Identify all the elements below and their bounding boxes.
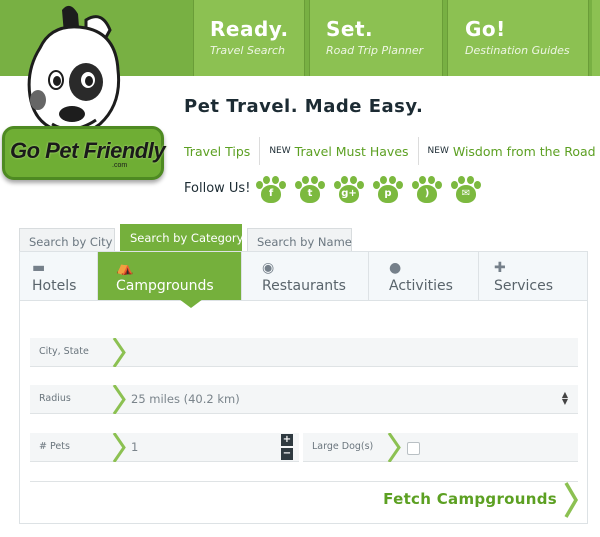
chevron-right-icon: [112, 338, 126, 367]
tab-services-label: Services: [494, 278, 554, 294]
tagline: Pet Travel. Made Easy.: [184, 96, 424, 117]
header-links: Travel Tips NEW Travel Must Haves NEW Wi…: [184, 137, 596, 165]
twitter-paw-icon[interactable]: t: [295, 176, 325, 204]
chevron-right-icon: [564, 482, 578, 518]
social-icons: f t g+ p ) ✉: [256, 176, 490, 204]
divider: [259, 137, 261, 165]
fetch-campgrounds-button[interactable]: Fetch Campgrounds: [30, 481, 578, 518]
decrement-button[interactable]: −: [281, 448, 293, 460]
category-tabs: ▬ Hotels ⛺ Campgrounds ◉ Restaurants ● A…: [20, 252, 587, 308]
tab-search-by-city[interactable]: Search by City: [19, 228, 115, 252]
tab-activities-label: Activities: [389, 278, 453, 294]
nav-set-title: Set.: [326, 17, 374, 41]
tab-hotels-label: Hotels: [32, 278, 77, 294]
email-glyph: ✉: [456, 185, 476, 203]
tab-activities[interactable]: ● Activities: [369, 252, 479, 300]
follow-us-label: Follow Us!: [184, 181, 251, 196]
link-travel-must-haves[interactable]: Travel Must Haves: [295, 144, 409, 159]
nav-set[interactable]: Set. Road Trip Planner: [309, 0, 443, 76]
nav-go-subtitle: Destination Guides: [465, 44, 570, 57]
location-field[interactable]: City, State: [30, 338, 578, 367]
pinterest-paw-icon[interactable]: p: [373, 176, 403, 204]
active-tab-pointer: [179, 299, 203, 308]
pinterest-glyph: p: [378, 185, 398, 203]
tab-campgrounds[interactable]: ⛺ Campgrounds: [98, 252, 241, 300]
tab-search-by-category[interactable]: Search by Category: [120, 224, 243, 252]
tent-icon: ⛺: [116, 260, 134, 276]
tab-search-by-name[interactable]: Search by Name: [247, 228, 352, 252]
rss-glyph: ): [417, 185, 437, 203]
logo-text: Go Pet Friendly: [10, 138, 166, 163]
bed-icon: ▬: [32, 260, 46, 276]
fetch-button-label: Fetch Campgrounds: [383, 490, 557, 508]
link-wisdom-from-the-road[interactable]: Wisdom from the Road: [453, 144, 596, 159]
nav-ready-title: Ready.: [210, 17, 289, 41]
radius-value: 25 miles (40.2 km): [131, 392, 240, 406]
tab-restaurants[interactable]: ◉ Restaurants: [241, 252, 369, 300]
twitter-glyph: t: [300, 185, 320, 203]
divider: [417, 137, 419, 165]
nav-go[interactable]: Go! Destination Guides: [447, 0, 589, 76]
radius-label: Radius: [39, 393, 71, 404]
plus-icon: ✚: [494, 260, 506, 276]
facebook-paw-icon[interactable]: f: [256, 176, 286, 204]
large-dogs-label: Large Dog(s): [312, 441, 374, 452]
search-panel: ▬ Hotels ⛺ Campgrounds ◉ Restaurants ● A…: [19, 251, 588, 524]
link-travel-tips[interactable]: Travel Tips: [184, 144, 250, 159]
pets-value: 1: [131, 440, 139, 454]
tab-hotels[interactable]: ▬ Hotels: [20, 252, 98, 300]
pets-stepper[interactable]: + −: [281, 433, 295, 462]
location-label: City, State: [39, 346, 89, 357]
email-paw-icon[interactable]: ✉: [451, 176, 481, 204]
logo-suffix: .com: [112, 162, 128, 169]
chevron-right-icon: [112, 433, 126, 462]
tab-services[interactable]: ✚ Services: [479, 252, 587, 300]
pets-field[interactable]: # Pets 1 + −: [30, 433, 299, 462]
nav-ready[interactable]: Ready. Travel Search: [193, 0, 305, 76]
nav-ready-subtitle: Travel Search: [210, 44, 285, 57]
chevron-right-icon: [112, 385, 126, 414]
select-arrows-icon: ▲ ▼: [561, 390, 568, 406]
chevron-right-icon: [387, 433, 401, 462]
nav-go-title: Go!: [465, 17, 506, 41]
increment-button[interactable]: +: [281, 434, 293, 446]
plate-icon: ◉: [262, 260, 275, 276]
google-plus-glyph: g+: [339, 185, 359, 203]
pets-label: # Pets: [39, 441, 70, 452]
facebook-glyph: f: [261, 185, 281, 203]
ball-icon: ●: [389, 260, 402, 276]
rss-paw-icon[interactable]: ): [412, 176, 442, 204]
new-badge: NEW: [427, 146, 449, 156]
large-dogs-field: Large Dog(s): [303, 433, 578, 462]
dog-mascot-icon: [27, 5, 121, 136]
google-plus-paw-icon[interactable]: g+: [334, 176, 364, 204]
radius-select[interactable]: Radius 25 miles (40.2 km) ▲ ▼: [30, 385, 578, 414]
tab-restaurants-label: Restaurants: [262, 278, 346, 294]
logo[interactable]: Go Pet Friendly .com: [0, 0, 170, 200]
nav-set-subtitle: Road Trip Planner: [326, 44, 424, 57]
nav-edge: [592, 0, 600, 76]
tab-campgrounds-label: Campgrounds: [116, 278, 214, 294]
new-badge: NEW: [269, 146, 291, 156]
large-dogs-checkbox[interactable]: [407, 442, 420, 455]
